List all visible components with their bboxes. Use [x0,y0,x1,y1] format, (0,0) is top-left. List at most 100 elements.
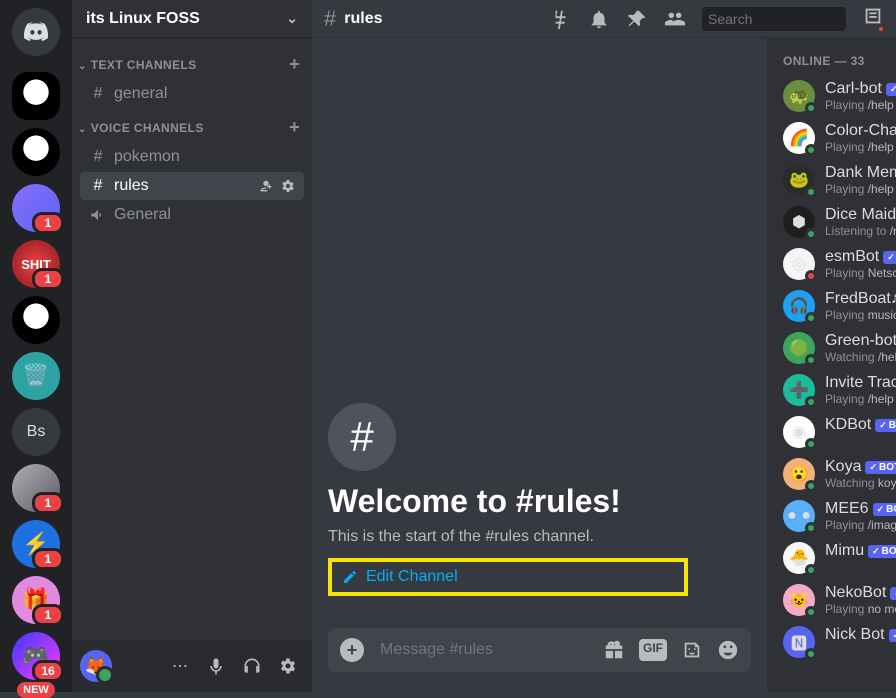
bot-badge: BOT [865,461,896,474]
chevron-down-icon: ⌄ [78,61,87,72]
bot-badge: BOT [875,419,896,432]
server-icon-3[interactable]: 1 [12,184,60,232]
avatar: 🟢 [783,332,815,364]
member-item[interactable]: ◎ esmBot BOT Playing Netscape Navigator [775,244,896,284]
server-icon-10[interactable]: 🎮16 [12,632,60,680]
hash-icon: # [88,85,108,103]
member-activity: Playing /help [825,182,896,196]
member-name: Green-bot BOT [825,332,896,350]
channel-sidebar: its Linux FOSS ⌄ ⌄TEXT CHANNELS + # gene… [72,0,312,692]
member-item[interactable]: 🅽 Nick Bot BOT [775,622,896,662]
sticker-icon[interactable] [681,639,703,661]
bot-badge: BOT [883,251,896,264]
member-name: Invite Tracker BOT [825,374,896,392]
channel-rules[interactable]: # rules [80,172,304,200]
member-name: Koya BOT [825,458,896,476]
discord-home-icon[interactable] [12,8,60,56]
member-item[interactable]: 🐣 Mimu BOT [775,538,896,578]
chat-area: # Welcome to #rules! This is the start o… [312,38,767,692]
channel-general[interactable]: # general [80,80,304,108]
server-icon-7[interactable]: 1 [12,464,60,512]
member-item[interactable]: ● ● MEE6 BOT Playing /imagine [775,496,896,536]
server-rail: 1 SHIT1 🗑️ Bs 1 ⚡1 🎁1 🎮16 NEW [0,0,72,692]
server-icon-9[interactable]: 🎁1 [12,576,60,624]
threads-icon[interactable] [550,8,572,30]
attach-button[interactable]: + [340,638,364,662]
channel-voice-general[interactable]: General [80,201,304,229]
message-input[interactable] [380,641,587,659]
bot-badge: BOT [890,587,896,600]
chat-header: # rules [312,0,896,38]
member-item[interactable]: ⬢ Dice Maiden BOT Listening to /roll [775,202,896,242]
hash-icon: # [324,6,336,32]
members-icon[interactable] [664,8,686,30]
add-channel-icon[interactable]: + [289,117,300,138]
member-item[interactable]: 😺 NekoBot BOT Playing no message intent … [775,580,896,620]
member-item[interactable]: 😮 Koya BOT Watching koya.gg [775,454,896,494]
gif-button[interactable]: GIF [639,639,667,661]
member-name: esmBot BOT [825,248,896,266]
member-activity: Playing /help | carl.gg [825,98,896,112]
pencil-icon [342,569,358,585]
channel-pokemon[interactable]: # pokemon [80,143,304,171]
avatar: ◎ [783,248,815,280]
welcome-subtitle: This is the start of the #rules channel. [328,528,751,546]
member-name: Color-Chan BOT [825,122,896,140]
avatar: 😮 [783,458,815,490]
text-channels-category[interactable]: ⌄TEXT CHANNELS + [72,46,312,79]
member-name: Dank Memer BOT [825,164,896,182]
server-icon-bs[interactable]: Bs [12,408,60,456]
gift-icon[interactable] [603,639,625,661]
main: # rules [312,0,896,692]
bot-badge: BOT [873,503,896,516]
add-channel-icon[interactable]: + [289,54,300,75]
member-item[interactable]: 🌈 Color-Chan BOT Playing /help [775,118,896,158]
voice-channels-category[interactable]: ⌄VOICE CHANNELS + [72,109,312,142]
members-list: ONLINE — 33 🐢 Carl-bot BOT Playing /help… [767,38,896,692]
server-icon-1[interactable] [12,72,60,120]
member-name: MEE6 BOT [825,500,896,518]
member-activity: Playing music | /help [825,308,896,322]
guild-header[interactable]: its Linux FOSS ⌄ [72,0,312,38]
member-activity: Playing no message intent s [825,602,896,616]
member-item[interactable]: 🐸 Dank Memer BOT Playing /help [775,160,896,200]
server-icon-2[interactable] [12,128,60,176]
inbox-icon[interactable] [862,5,884,32]
hash-icon: # [88,177,108,195]
bot-badge: BOT [868,545,896,558]
members-group-header: ONLINE — 33 [775,54,896,76]
server-icon-4[interactable]: SHIT1 [12,240,60,288]
pin-icon[interactable] [626,8,648,30]
server-icon-6[interactable]: 🗑️ [12,352,60,400]
search-box[interactable] [702,7,846,31]
member-name: Carl-bot BOT [825,80,896,98]
avatar: ◉ [783,416,815,448]
mic-icon[interactable] [200,650,232,682]
member-activity: Playing /help [825,140,896,154]
headphones-icon[interactable] [236,650,268,682]
member-activity: Watching /help | green-bot. [825,350,896,364]
member-name: FredBoat♪♪ BOT [825,290,896,308]
avatar: 🐣 [783,542,815,574]
member-item[interactable]: ➕ Invite Tracker BOT Playing /help | doc… [775,370,896,410]
bell-icon[interactable] [588,8,610,30]
avatar: 🌈 [783,122,815,154]
edit-channel-button[interactable]: Edit Channel [328,558,688,596]
server-icon-8[interactable]: ⚡1 [12,520,60,568]
member-item[interactable]: 🎧 FredBoat♪♪ BOT Playing music | /help [775,286,896,326]
user-avatar[interactable]: 🦊 [80,650,112,682]
avatar: 🐸 [783,164,815,196]
member-item[interactable]: 🟢 Green-bot BOT Watching /help | green-b… [775,328,896,368]
more-icon[interactable]: ⋯ [164,650,196,682]
avatar: ➕ [783,374,815,406]
server-icon-5[interactable] [12,296,60,344]
emoji-icon[interactable] [717,639,739,661]
member-item[interactable]: 🐢 Carl-bot BOT Playing /help | carl.gg [775,76,896,116]
gear-icon[interactable] [280,178,296,194]
avatar: 🎧 [783,290,815,322]
member-item[interactable]: ◉ KDBot BOT [775,412,896,452]
gear-icon[interactable] [272,650,304,682]
member-activity: Listening to /roll [825,224,896,238]
member-name: NekoBot BOT [825,584,896,602]
create-invite-icon[interactable] [258,178,274,194]
